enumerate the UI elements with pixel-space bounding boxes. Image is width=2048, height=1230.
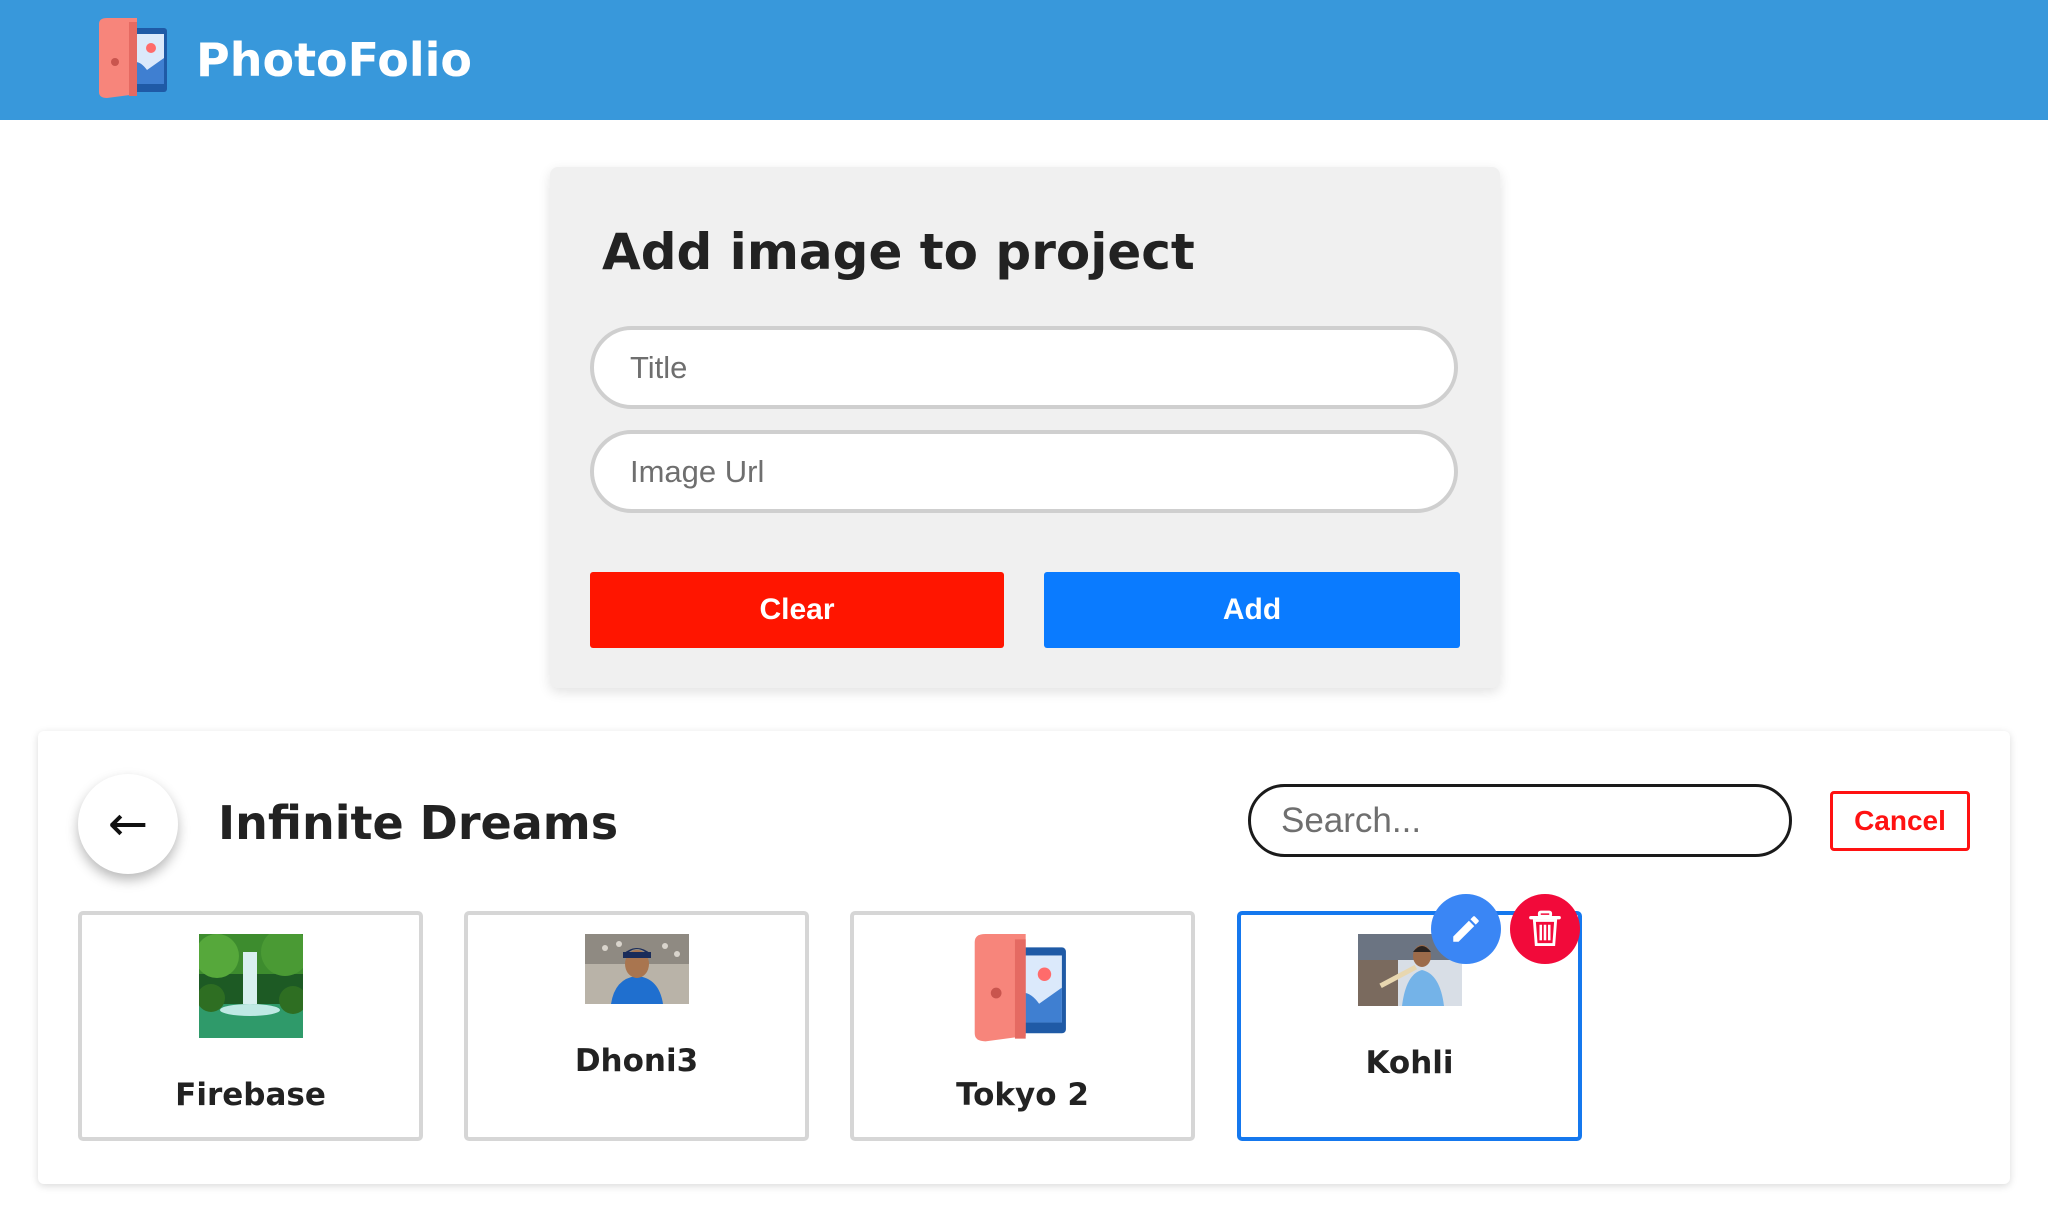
image-card[interactable]: Tokyo 2 bbox=[850, 911, 1195, 1141]
image-card[interactable]: Firebase bbox=[78, 911, 423, 1141]
image-title: Tokyo 2 bbox=[956, 1077, 1089, 1113]
search-input[interactable] bbox=[1248, 784, 1792, 857]
add-button[interactable]: Add bbox=[1044, 572, 1460, 648]
image-card[interactable]: Dhoni3 bbox=[464, 911, 809, 1141]
delete-image-button[interactable] bbox=[1510, 894, 1580, 964]
clear-button[interactable]: Clear bbox=[590, 572, 1004, 648]
edit-image-button[interactable] bbox=[1431, 894, 1501, 964]
cricketer-photo bbox=[584, 934, 689, 1004]
back-button[interactable]: ← bbox=[78, 774, 178, 874]
waterfall-photo bbox=[198, 934, 303, 1038]
photofolio-logo-icon bbox=[966, 934, 1080, 1044]
back-arrow-icon: ← bbox=[107, 796, 149, 852]
brand-name[interactable]: PhotoFolio bbox=[196, 30, 472, 90]
pencil-icon bbox=[1453, 916, 1479, 942]
album-panel: ← Infinite Dreams Cancel Firebase bbox=[38, 731, 2010, 1184]
form-title: Add image to project bbox=[602, 223, 1195, 281]
photofolio-logo-icon[interactable] bbox=[93, 18, 177, 100]
image-title: Firebase bbox=[175, 1077, 326, 1113]
image-url-input[interactable] bbox=[590, 430, 1458, 513]
trash-icon bbox=[1529, 910, 1561, 946]
cancel-button[interactable]: Cancel bbox=[1830, 791, 1970, 851]
top-navbar: PhotoFolio bbox=[0, 0, 2048, 120]
title-input[interactable] bbox=[590, 326, 1458, 409]
image-title: Kohli bbox=[1365, 1045, 1454, 1081]
add-image-form: Add image to project Clear Add bbox=[550, 167, 1500, 688]
album-title: Infinite Dreams bbox=[218, 796, 619, 850]
image-title: Dhoni3 bbox=[574, 1043, 699, 1079]
